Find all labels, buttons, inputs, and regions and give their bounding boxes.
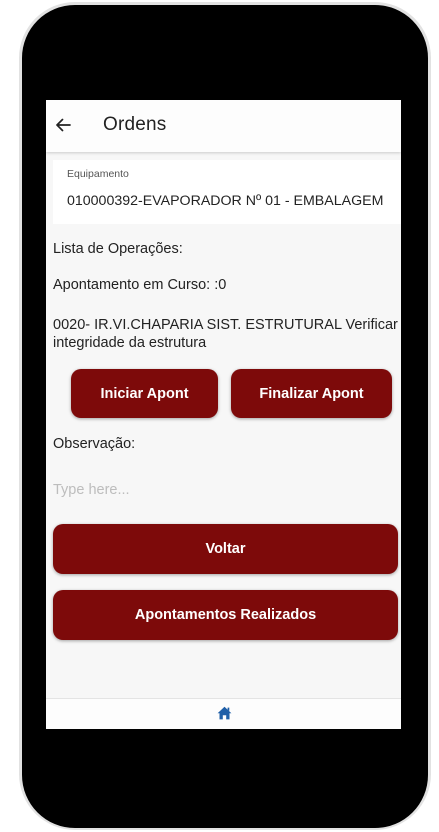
start-apontamento-button[interactable]: Iniciar Apont <box>71 369 218 418</box>
page-title: Ordens <box>103 114 167 135</box>
observation-input[interactable]: Type here... <box>53 482 130 498</box>
app-screen: Ordens Equipamento 010000392-EVAPORADOR … <box>46 100 401 729</box>
back-button[interactable]: Voltar <box>53 524 398 574</box>
finish-apontamento-button[interactable]: Finalizar Apont <box>231 369 392 418</box>
observation-label: Observação: <box>53 436 136 452</box>
home-icon[interactable] <box>217 706 232 720</box>
current-apontamento-text: Apontamento em Curso: :0 <box>53 277 227 293</box>
equipment-field[interactable]: Equipamento 010000392-EVAPORADOR Nº 01 -… <box>53 160 401 224</box>
equipment-field-value: 010000392-EVAPORADOR Nº 01 - EMBALAGEM <box>67 193 384 209</box>
operations-list-label: Lista de Operações: <box>53 241 183 257</box>
back-arrow-icon[interactable] <box>54 112 72 138</box>
operation-description: 0020- IR.VI.CHAPARIA SIST. ESTRUTURAL Ve… <box>53 317 398 351</box>
bottom-navigation <box>46 698 401 729</box>
apontamentos-realizados-button[interactable]: Apontamentos Realizados <box>53 590 398 640</box>
app-bar: Ordens <box>46 100 401 152</box>
equipment-field-label: Equipamento <box>67 168 129 180</box>
